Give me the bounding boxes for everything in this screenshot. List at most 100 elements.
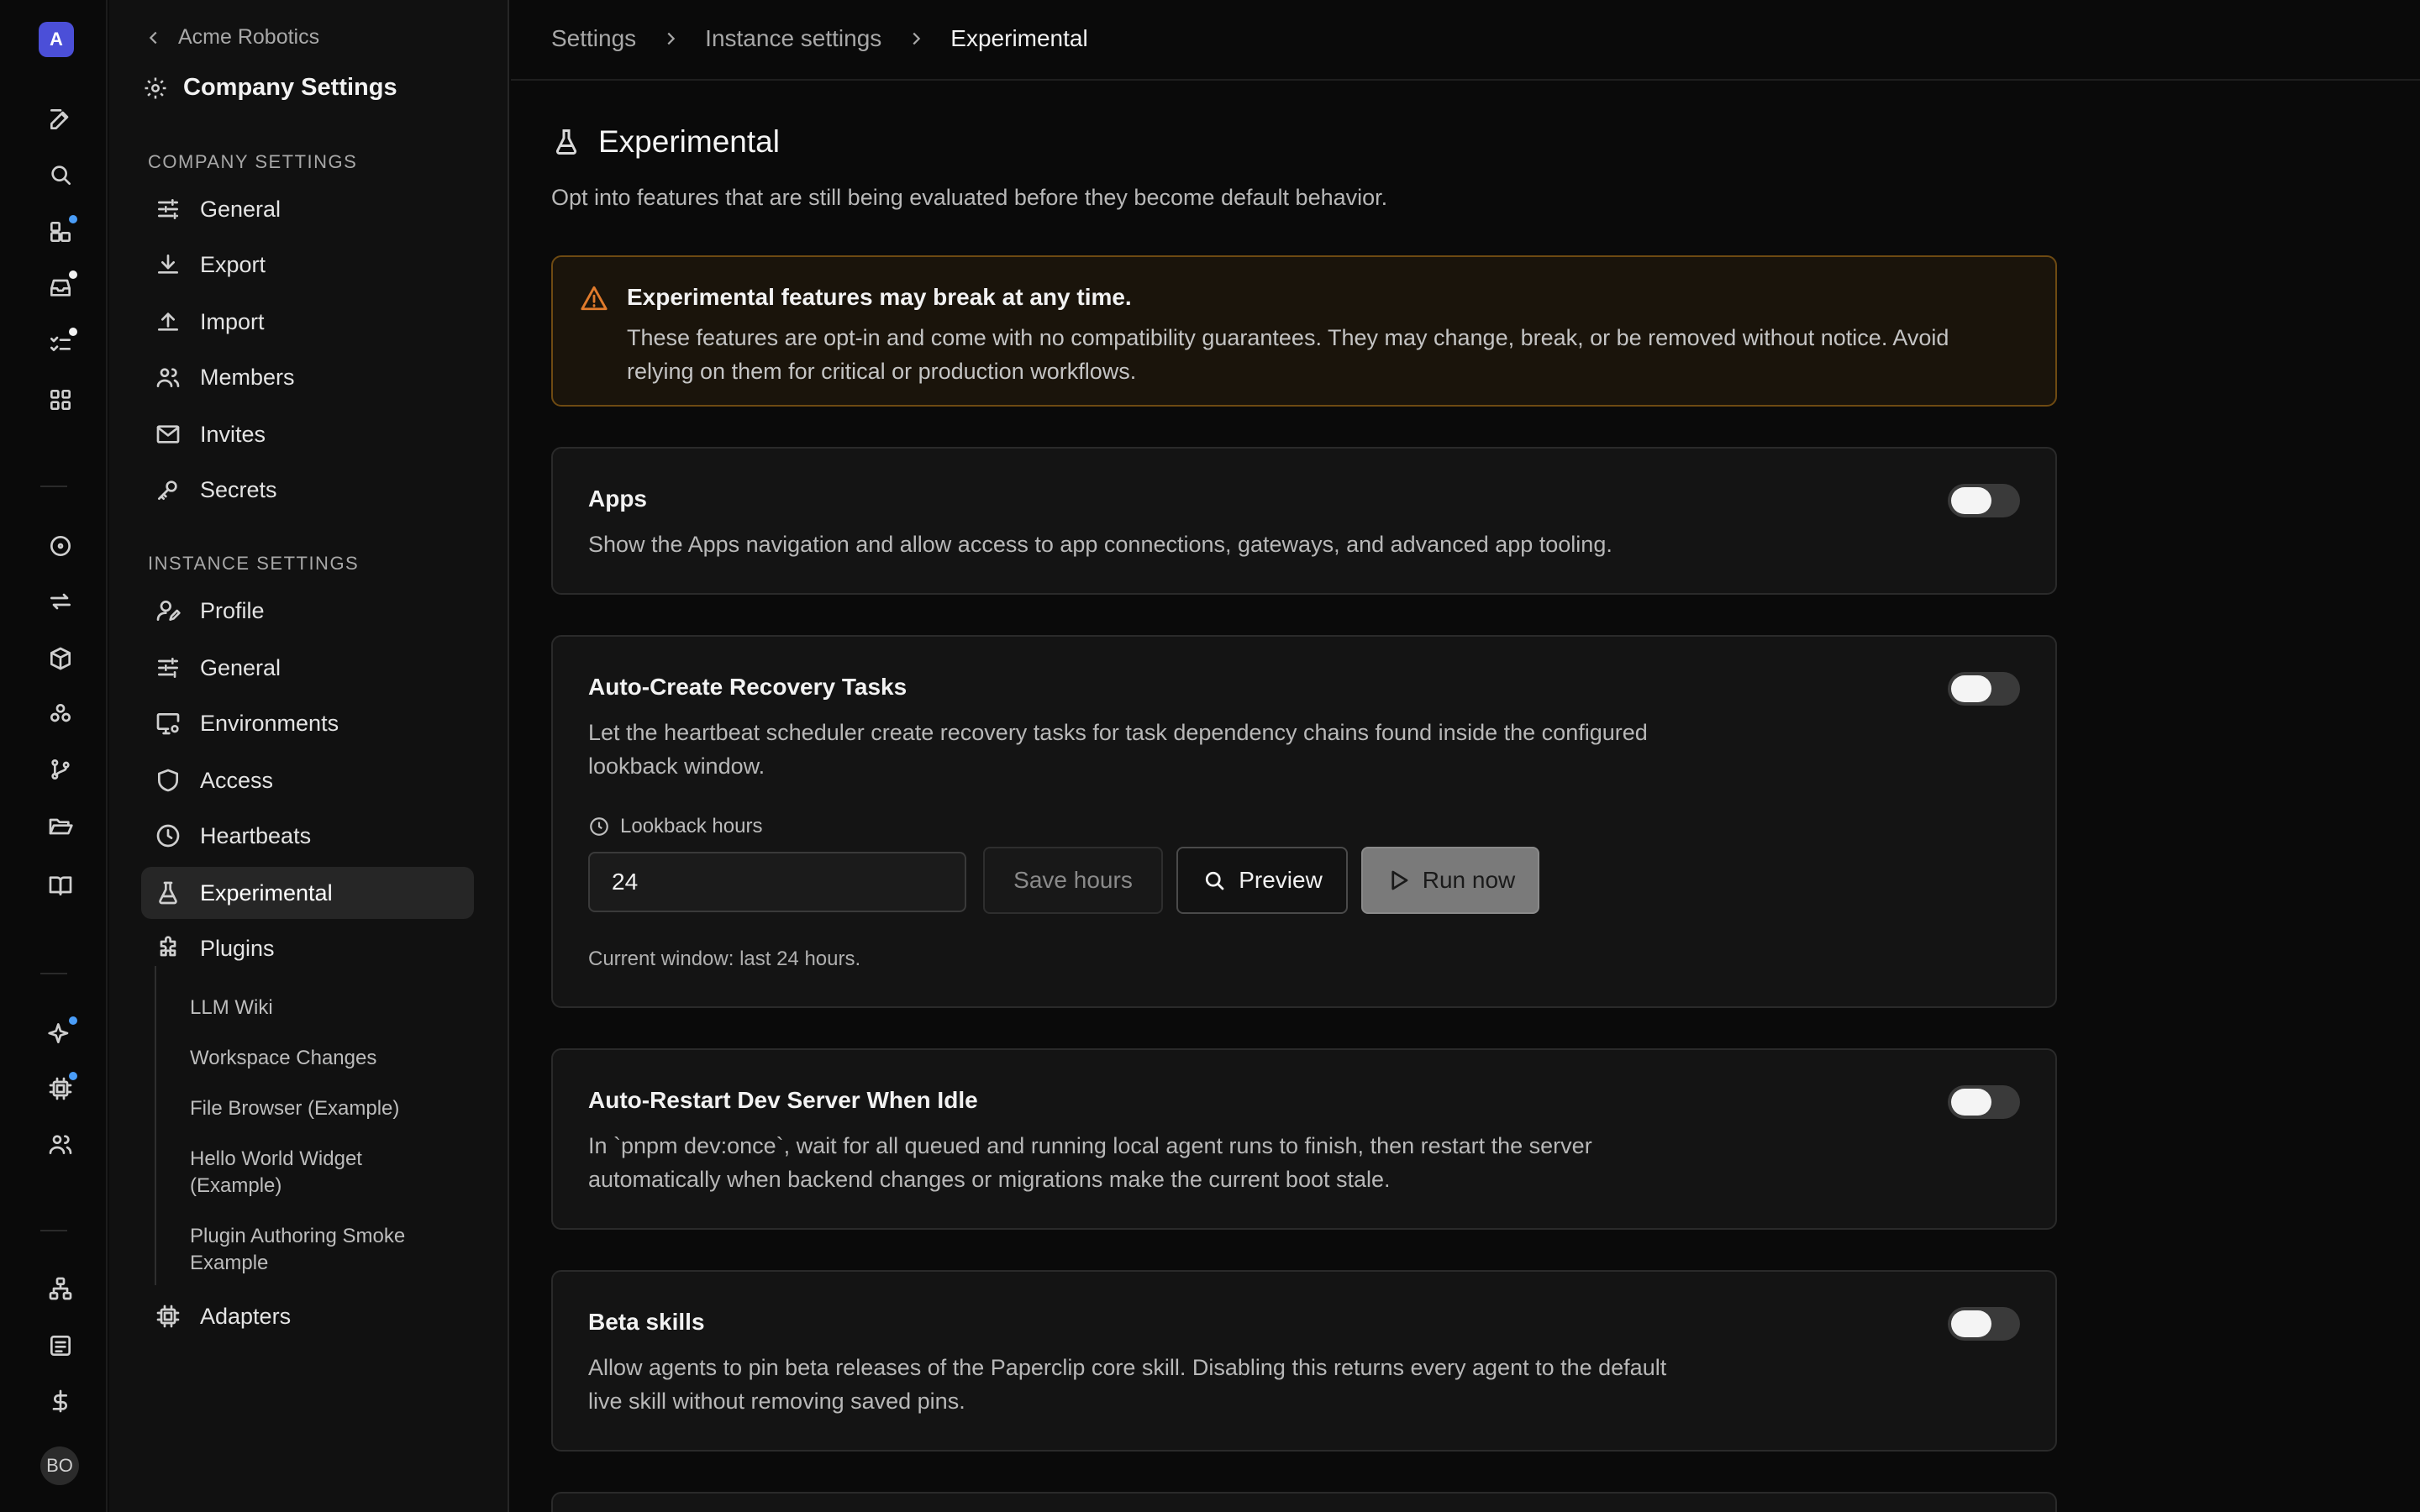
sidebar-item-members[interactable]: Members [141, 351, 474, 403]
sidebar-item-import[interactable]: Import [141, 296, 474, 348]
page-title: Experimental [551, 124, 780, 160]
sidebar-item-label: Access [200, 767, 274, 793]
page-description: Opt into features that are still being e… [551, 185, 1388, 210]
feature-title: Auto-Restart Dev Server When Idle [588, 1087, 978, 1113]
sidebar-item-heartbeats[interactable]: Heartbeats [141, 810, 474, 862]
grid-icon[interactable] [37, 376, 84, 423]
beta-skills-toggle[interactable] [1948, 1307, 2020, 1341]
rail-divider [40, 1230, 67, 1231]
plugin-item-hello-world-widget[interactable]: Hello World Widget (Example) [190, 1146, 459, 1200]
sidebar-item-label: General [200, 654, 281, 680]
folder-open-icon[interactable] [37, 803, 84, 850]
experimental-warning-alert: Experimental features may break at any t… [551, 255, 2057, 407]
users-icon [156, 368, 180, 387]
breadcrumb-instance-settings[interactable]: Instance settings [705, 25, 881, 52]
sliders-icon [158, 658, 178, 678]
feature-card-apps: Apps Show the Apps navigation and allow … [551, 447, 2057, 595]
sidebar-item-instance-general[interactable]: General [141, 642, 474, 694]
puzzle-icon [160, 936, 176, 957]
apps-toggle[interactable] [1948, 484, 2020, 517]
sidebar-item-profile[interactable]: Profile [141, 585, 474, 637]
sidebar-item-export[interactable]: Export [141, 239, 474, 291]
inbox-icon[interactable] [37, 264, 84, 311]
org-chart-icon[interactable] [37, 1265, 84, 1312]
shield-icon [158, 769, 178, 792]
chevron-right-icon [667, 32, 676, 45]
plugin-item-plugin-authoring-smoke[interactable]: Plugin Authoring Smoke Example [190, 1223, 459, 1277]
dollar-icon[interactable] [37, 1378, 84, 1425]
sidebar-item-experimental[interactable]: Experimental [141, 867, 474, 919]
warning-icon [580, 284, 608, 312]
sidebar-item-label: Experimental [200, 879, 333, 906]
topbar-divider [511, 79, 2420, 81]
feature-description: Allow agents to pin beta releases of the… [588, 1355, 1667, 1414]
sparkles-icon[interactable] [37, 1010, 84, 1057]
lookback-hours-label: Lookback hours [588, 815, 762, 838]
sidebar-item-adapters[interactable]: Adapters [141, 1290, 474, 1342]
sidebar-item-access[interactable]: Access [141, 754, 474, 806]
save-hours-label: Save hours [1013, 867, 1133, 893]
current-window-note: Current window: last 24 hours. [588, 948, 861, 970]
feature-description: Show the Apps navigation and allow acces… [588, 532, 1612, 557]
sidebar-item-label: Environments [200, 710, 339, 736]
sidebar-item-company-general[interactable]: General [141, 183, 474, 235]
chevron-left-icon [149, 31, 157, 44]
sidebar-item-invites[interactable]: Invites [141, 408, 474, 460]
target-icon[interactable] [37, 522, 84, 570]
flask-icon [555, 129, 577, 155]
plugin-item-workspace-changes[interactable]: Workspace Changes [190, 1045, 459, 1072]
feature-description: Let the heartbeat scheduler create recov… [588, 720, 1648, 779]
sidebar-item-label: Members [200, 364, 295, 390]
package-icon[interactable] [37, 635, 84, 682]
sidebar-title-text: Company Settings [183, 74, 397, 101]
back-to-company-link[interactable]: Acme Robotics [145, 25, 319, 50]
notification-dot [67, 326, 79, 338]
sidebar-item-secrets[interactable]: Secrets [141, 464, 474, 516]
new-issue-icon[interactable] [37, 96, 84, 143]
lookback-label-text: Lookback hours [620, 815, 763, 837]
feature-description: In `pnpm dev:once`, wait for all queued … [588, 1133, 1592, 1192]
sidebar-item-label: Secrets [200, 476, 277, 502]
preview-button[interactable]: Preview [1176, 847, 1348, 914]
user-avatar[interactable]: BO [40, 1446, 79, 1485]
search-icon [1206, 871, 1224, 890]
toggle-knob [1951, 675, 1991, 702]
plugin-item-file-browser[interactable]: File Browser (Example) [190, 1095, 459, 1122]
git-branch-icon[interactable] [37, 746, 84, 793]
repeat-icon[interactable] [37, 578, 84, 625]
feature-card-next [551, 1492, 2057, 1512]
lookback-hours-input[interactable] [588, 852, 966, 912]
notification-dot [67, 1015, 79, 1026]
toggle-knob [1951, 1089, 1991, 1116]
toggle-knob [1951, 1310, 1991, 1337]
log-icon[interactable] [37, 1322, 84, 1369]
plugin-item-llm-wiki[interactable]: LLM Wiki [190, 995, 459, 1021]
company-settings-section-label: Company Settings [148, 151, 358, 172]
sidebar-item-label: Import [200, 308, 265, 334]
sidebar-item-label: Export [200, 251, 266, 277]
book-open-icon[interactable] [37, 862, 84, 909]
search-icon[interactable] [37, 151, 84, 198]
sidebar-item-label: General [200, 196, 281, 222]
gear-icon [145, 77, 166, 98]
tasks-icon[interactable] [37, 321, 84, 368]
dashboard-icon[interactable] [37, 208, 84, 255]
recovery-tasks-toggle[interactable] [1948, 672, 2020, 706]
run-now-button[interactable]: Run now [1361, 847, 1539, 914]
alert-title: Experimental features may break at any t… [627, 284, 1132, 310]
download-icon [158, 255, 178, 274]
team-icon[interactable] [37, 1121, 84, 1168]
sidebar-item-label: Plugins [200, 935, 275, 961]
save-hours-button[interactable]: Save hours [983, 847, 1163, 914]
notification-dot [67, 269, 79, 281]
sidebar-item-environments[interactable]: Environments [141, 697, 474, 749]
feature-title: Auto-Create Recovery Tasks [588, 674, 908, 700]
cpu-icon[interactable] [37, 1065, 84, 1112]
company-avatar[interactable]: A [39, 22, 74, 57]
notification-dot [67, 213, 79, 225]
feature-card-auto-restart: Auto-Restart Dev Server When Idle In `pn… [551, 1048, 2057, 1230]
breadcrumb-settings[interactable]: Settings [551, 25, 636, 52]
components-icon[interactable] [37, 690, 84, 738]
clock-icon [156, 824, 180, 848]
auto-restart-toggle[interactable] [1948, 1085, 2020, 1119]
